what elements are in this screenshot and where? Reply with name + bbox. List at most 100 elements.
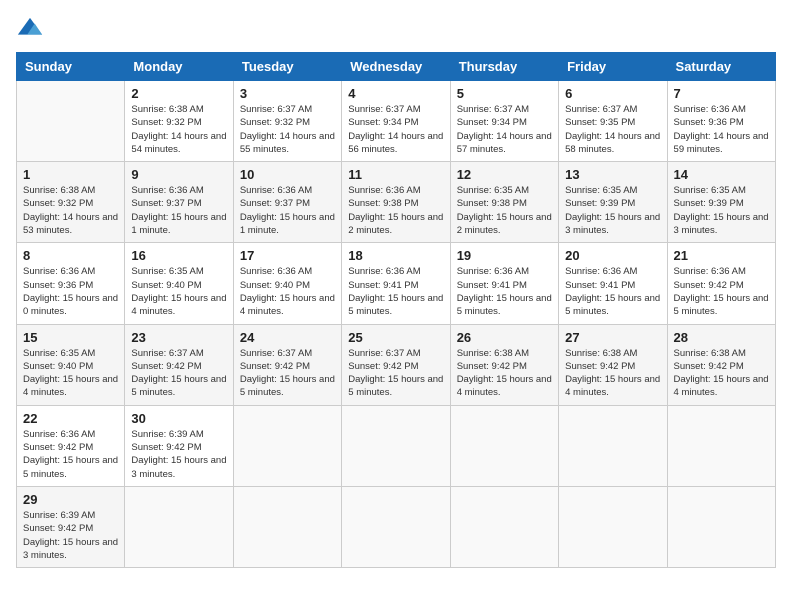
day-info: Sunrise: 6:36 AMSunset: 9:37 PMDaylight:… bbox=[240, 184, 335, 237]
header-thursday: Thursday bbox=[450, 53, 558, 81]
calendar-cell: 19 Sunrise: 6:36 AMSunset: 9:41 PMDayligh… bbox=[450, 243, 558, 324]
day-info: Sunrise: 6:37 AMSunset: 9:42 PMDaylight:… bbox=[131, 347, 226, 400]
day-number: 18 bbox=[348, 248, 443, 263]
calendar-cell: 9Sunrise: 6:36 AMSunset: 9:37 PMDaylight… bbox=[125, 162, 233, 243]
header-friday: Friday bbox=[559, 53, 667, 81]
calendar-cell bbox=[233, 486, 341, 567]
day-number: 8 bbox=[23, 248, 118, 263]
day-info: Sunrise: 6:36 AMSunset: 9:41 PMDaylight:… bbox=[565, 265, 660, 318]
day-info: Sunrise: 6:35 AMSunset: 9:39 PMDaylight:… bbox=[674, 184, 769, 237]
day-info: Sunrise: 6:38 AMSunset: 9:42 PMDaylight:… bbox=[674, 347, 769, 400]
calendar-cell: 2 Sunrise: 6:38 AMSunset: 9:32 PMDaylight… bbox=[125, 81, 233, 162]
calendar-cell: 11 Sunrise: 6:36 AMSunset: 9:38 PMDayligh… bbox=[342, 162, 450, 243]
calendar-cell: 4 Sunrise: 6:37 AMSunset: 9:34 PMDaylight… bbox=[342, 81, 450, 162]
calendar-header-row: SundayMondayTuesdayWednesdayThursdayFrid… bbox=[17, 53, 776, 81]
day-info: Sunrise: 6:36 AMSunset: 9:40 PMDaylight:… bbox=[240, 265, 335, 318]
header-saturday: Saturday bbox=[667, 53, 775, 81]
day-info: Sunrise: 6:37 AMSunset: 9:34 PMDaylight:… bbox=[348, 103, 443, 156]
day-info: Sunrise: 6:38 AMSunset: 9:32 PMDaylight:… bbox=[23, 184, 118, 237]
day-number: 5 bbox=[457, 86, 552, 101]
day-info: Sunrise: 6:36 AMSunset: 9:42 PMDaylight:… bbox=[674, 265, 769, 318]
calendar-cell: 1Sunrise: 6:38 AMSunset: 9:32 PMDaylight… bbox=[17, 162, 125, 243]
day-number: 13 bbox=[565, 167, 660, 182]
calendar-cell: 24 Sunrise: 6:37 AMSunset: 9:42 PMDayligh… bbox=[233, 324, 341, 405]
calendar-cell bbox=[450, 486, 558, 567]
day-info: Sunrise: 6:36 AMSunset: 9:42 PMDaylight:… bbox=[23, 428, 118, 481]
day-number: 10 bbox=[240, 167, 335, 182]
calendar-cell bbox=[342, 405, 450, 486]
calendar-cell: 15 Sunrise: 6:35 AMSunset: 9:40 PMDayligh… bbox=[17, 324, 125, 405]
calendar-cell: 22 Sunrise: 6:36 AMSunset: 9:42 PMDayligh… bbox=[17, 405, 125, 486]
day-info: Sunrise: 6:37 AMSunset: 9:34 PMDaylight:… bbox=[457, 103, 552, 156]
day-number: 21 bbox=[674, 248, 769, 263]
day-number: 20 bbox=[565, 248, 660, 263]
calendar-cell bbox=[342, 486, 450, 567]
day-number: 23 bbox=[131, 330, 226, 345]
day-number: 15 bbox=[23, 330, 118, 345]
day-info: Sunrise: 6:37 AMSunset: 9:35 PMDaylight:… bbox=[565, 103, 660, 156]
day-number: 22 bbox=[23, 411, 118, 426]
day-number: 6 bbox=[565, 86, 660, 101]
calendar-cell: 10 Sunrise: 6:36 AMSunset: 9:37 PMDayligh… bbox=[233, 162, 341, 243]
calendar-row-4: 22 Sunrise: 6:36 AMSunset: 9:42 PMDayligh… bbox=[17, 405, 776, 486]
day-info: Sunrise: 6:38 AMSunset: 9:32 PMDaylight:… bbox=[131, 103, 226, 156]
day-number: 27 bbox=[565, 330, 660, 345]
day-number: 30 bbox=[131, 411, 226, 426]
calendar-cell: 8 Sunrise: 6:36 AMSunset: 9:36 PMDaylight… bbox=[17, 243, 125, 324]
calendar-cell: 5 Sunrise: 6:37 AMSunset: 9:34 PMDaylight… bbox=[450, 81, 558, 162]
calendar-cell: 21 Sunrise: 6:36 AMSunset: 9:42 PMDayligh… bbox=[667, 243, 775, 324]
calendar-cell: 27 Sunrise: 6:38 AMSunset: 9:42 PMDayligh… bbox=[559, 324, 667, 405]
calendar-row-2: 8 Sunrise: 6:36 AMSunset: 9:36 PMDaylight… bbox=[17, 243, 776, 324]
day-info: Sunrise: 6:36 AMSunset: 9:41 PMDaylight:… bbox=[457, 265, 552, 318]
calendar-cell: 3Sunrise: 6:37 AMSunset: 9:32 PMDaylight… bbox=[233, 81, 341, 162]
day-info: Sunrise: 6:35 AMSunset: 9:40 PMDaylight:… bbox=[23, 347, 118, 400]
calendar-cell: 28Sunrise: 6:38 AMSunset: 9:42 PMDayligh… bbox=[667, 324, 775, 405]
day-info: Sunrise: 6:35 AMSunset: 9:38 PMDaylight:… bbox=[457, 184, 552, 237]
day-number: 7 bbox=[674, 86, 769, 101]
calendar-row-1: 1Sunrise: 6:38 AMSunset: 9:32 PMDaylight… bbox=[17, 162, 776, 243]
calendar-cell: 25Sunrise: 6:37 AMSunset: 9:42 PMDayligh… bbox=[342, 324, 450, 405]
calendar-cell: 23 Sunrise: 6:37 AMSunset: 9:42 PMDayligh… bbox=[125, 324, 233, 405]
day-info: Sunrise: 6:36 AMSunset: 9:38 PMDaylight:… bbox=[348, 184, 443, 237]
calendar-cell: 12Sunrise: 6:35 AMSunset: 9:38 PMDayligh… bbox=[450, 162, 558, 243]
calendar-cell: 29 Sunrise: 6:39 AMSunset: 9:42 PMDayligh… bbox=[17, 486, 125, 567]
day-number: 29 bbox=[23, 492, 118, 507]
day-number: 24 bbox=[240, 330, 335, 345]
day-info: Sunrise: 6:37 AMSunset: 9:42 PMDaylight:… bbox=[240, 347, 335, 400]
calendar-cell: 20 Sunrise: 6:36 AMSunset: 9:41 PMDayligh… bbox=[559, 243, 667, 324]
day-info: Sunrise: 6:37 AMSunset: 9:32 PMDaylight:… bbox=[240, 103, 335, 156]
day-number: 4 bbox=[348, 86, 443, 101]
header bbox=[16, 16, 776, 44]
calendar-cell bbox=[559, 405, 667, 486]
calendar-cell: 17Sunrise: 6:36 AMSunset: 9:40 PMDayligh… bbox=[233, 243, 341, 324]
day-info: Sunrise: 6:36 AMSunset: 9:36 PMDaylight:… bbox=[674, 103, 769, 156]
calendar-cell bbox=[559, 486, 667, 567]
day-number: 14 bbox=[674, 167, 769, 182]
calendar-cell: 18Sunrise: 6:36 AMSunset: 9:41 PMDayligh… bbox=[342, 243, 450, 324]
day-info: Sunrise: 6:36 AMSunset: 9:36 PMDaylight:… bbox=[23, 265, 118, 318]
day-info: Sunrise: 6:35 AMSunset: 9:40 PMDaylight:… bbox=[131, 265, 226, 318]
day-number: 19 bbox=[457, 248, 552, 263]
calendar-cell: 6 Sunrise: 6:37 AMSunset: 9:35 PMDaylight… bbox=[559, 81, 667, 162]
calendar-cell bbox=[233, 405, 341, 486]
day-info: Sunrise: 6:39 AMSunset: 9:42 PMDaylight:… bbox=[23, 509, 118, 562]
calendar-cell bbox=[667, 486, 775, 567]
calendar-row-3: 15 Sunrise: 6:35 AMSunset: 9:40 PMDayligh… bbox=[17, 324, 776, 405]
calendar-cell: 16 Sunrise: 6:35 AMSunset: 9:40 PMDayligh… bbox=[125, 243, 233, 324]
day-info: Sunrise: 6:38 AMSunset: 9:42 PMDaylight:… bbox=[565, 347, 660, 400]
calendar-table: SundayMondayTuesdayWednesdayThursdayFrid… bbox=[16, 52, 776, 568]
calendar-cell: 7 Sunrise: 6:36 AMSunset: 9:36 PMDaylight… bbox=[667, 81, 775, 162]
header-wednesday: Wednesday bbox=[342, 53, 450, 81]
day-number: 11 bbox=[348, 167, 443, 182]
day-info: Sunrise: 6:36 AMSunset: 9:37 PMDaylight:… bbox=[131, 184, 226, 237]
day-info: Sunrise: 6:39 AMSunset: 9:42 PMDaylight:… bbox=[131, 428, 226, 481]
calendar-cell bbox=[450, 405, 558, 486]
header-sunday: Sunday bbox=[17, 53, 125, 81]
day-info: Sunrise: 6:38 AMSunset: 9:42 PMDaylight:… bbox=[457, 347, 552, 400]
day-number: 2 bbox=[131, 86, 226, 101]
day-number: 16 bbox=[131, 248, 226, 263]
calendar-cell: 13Sunrise: 6:35 AMSunset: 9:39 PMDayligh… bbox=[559, 162, 667, 243]
calendar-row-0: 2 Sunrise: 6:38 AMSunset: 9:32 PMDaylight… bbox=[17, 81, 776, 162]
calendar-cell bbox=[667, 405, 775, 486]
day-number: 25 bbox=[348, 330, 443, 345]
